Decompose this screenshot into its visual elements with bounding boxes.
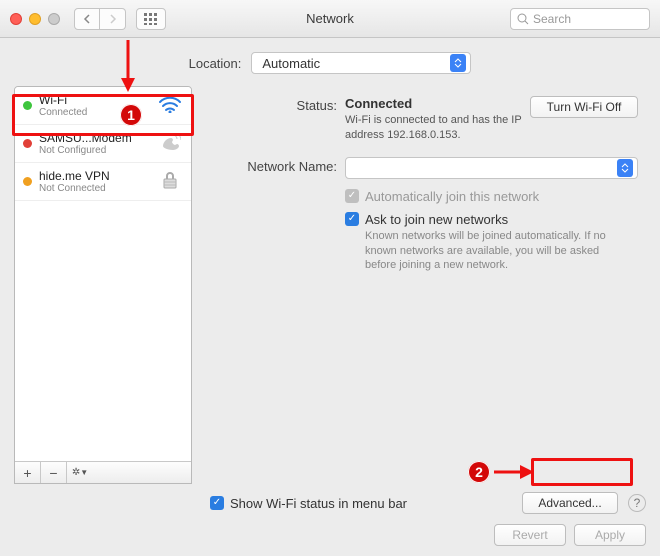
location-label: Location: <box>189 56 242 71</box>
interface-sidebar: Wi-Fi Connected SAMSU...Modem Not Config… <box>14 86 192 484</box>
phone-icon <box>157 133 183 154</box>
status-dot-icon <box>23 139 32 148</box>
location-value: Automatic <box>262 56 320 71</box>
status-desc: Wi-Fi is connected to and has the IP add… <box>345 113 530 143</box>
search-placeholder: Search <box>533 12 571 26</box>
apply-button[interactable]: Apply <box>574 524 646 546</box>
network-name-select[interactable] <box>345 157 638 179</box>
revert-button[interactable]: Revert <box>494 524 566 546</box>
gear-menu-button[interactable]: ✲▼ <box>67 462 93 483</box>
turn-wifi-off-button[interactable]: Turn Wi-Fi Off <box>530 96 638 118</box>
sidebar-item-vpn[interactable]: hide.me VPN Not Connected <box>15 163 191 201</box>
minimize-icon[interactable] <box>29 13 41 25</box>
sidebar-item-label: SAMSU...Modem <box>39 131 150 145</box>
auto-join-label: Automatically join this network <box>365 189 539 204</box>
location-select[interactable]: Automatic <box>251 52 471 74</box>
remove-interface-button[interactable]: − <box>41 462 67 483</box>
sidebar-toolbar: + − ✲▼ <box>15 461 191 483</box>
wifi-icon <box>157 95 183 116</box>
forward-button[interactable] <box>100 8 126 30</box>
sidebar-item-sub: Not Connected <box>39 183 150 194</box>
auto-join-checkbox[interactable]: ✓ <box>345 189 359 203</box>
status-dot-icon <box>23 177 32 186</box>
network-name-label: Network Name: <box>210 157 345 278</box>
footer-buttons: Revert Apply <box>494 524 646 546</box>
main-pane: Wi-Fi Connected SAMSU...Modem Not Config… <box>0 86 660 494</box>
status-label: Status: <box>210 96 345 143</box>
add-interface-button[interactable]: + <box>15 462 41 483</box>
show-all-button[interactable] <box>136 8 166 30</box>
detail-pane: Status: Connected Wi-Fi is connected to … <box>202 86 646 484</box>
sidebar-item-modem[interactable]: SAMSU...Modem Not Configured <box>15 125 191 163</box>
status-dot-icon <box>23 101 32 110</box>
sidebar-item-label: Wi-Fi <box>39 93 150 107</box>
gear-icon: ✲ <box>72 467 80 478</box>
chevron-updown-icon <box>617 159 633 177</box>
nav-buttons <box>74 8 126 30</box>
ask-join-label: Ask to join new networks <box>365 212 508 227</box>
close-icon[interactable] <box>10 13 22 25</box>
ask-join-checkbox[interactable]: ✓ <box>345 212 359 226</box>
window-controls <box>10 13 60 25</box>
ask-join-desc: Known networks will be joined automatica… <box>365 229 625 274</box>
bottom-bar: ✓ Show Wi-Fi status in menu bar Advanced… <box>14 492 646 514</box>
chevron-updown-icon <box>450 54 466 72</box>
status-value: Connected <box>345 96 530 111</box>
search-input[interactable]: Search <box>510 8 650 30</box>
lock-icon <box>157 171 183 192</box>
sidebar-item-label: hide.me VPN <box>39 169 150 183</box>
show-status-checkbox[interactable]: ✓ <box>210 496 224 510</box>
sidebar-item-wifi[interactable]: Wi-Fi Connected <box>15 87 191 125</box>
titlebar: Network Search <box>0 0 660 38</box>
help-button[interactable]: ? <box>628 494 646 512</box>
show-status-label: Show Wi-Fi status in menu bar <box>230 496 407 511</box>
sidebar-item-sub: Not Configured <box>39 145 150 156</box>
location-row: Location: Automatic <box>0 38 660 86</box>
zoom-icon <box>48 13 60 25</box>
back-button[interactable] <box>74 8 100 30</box>
advanced-button[interactable]: Advanced... <box>522 492 618 514</box>
sidebar-item-sub: Connected <box>39 107 150 118</box>
search-icon <box>517 13 529 25</box>
